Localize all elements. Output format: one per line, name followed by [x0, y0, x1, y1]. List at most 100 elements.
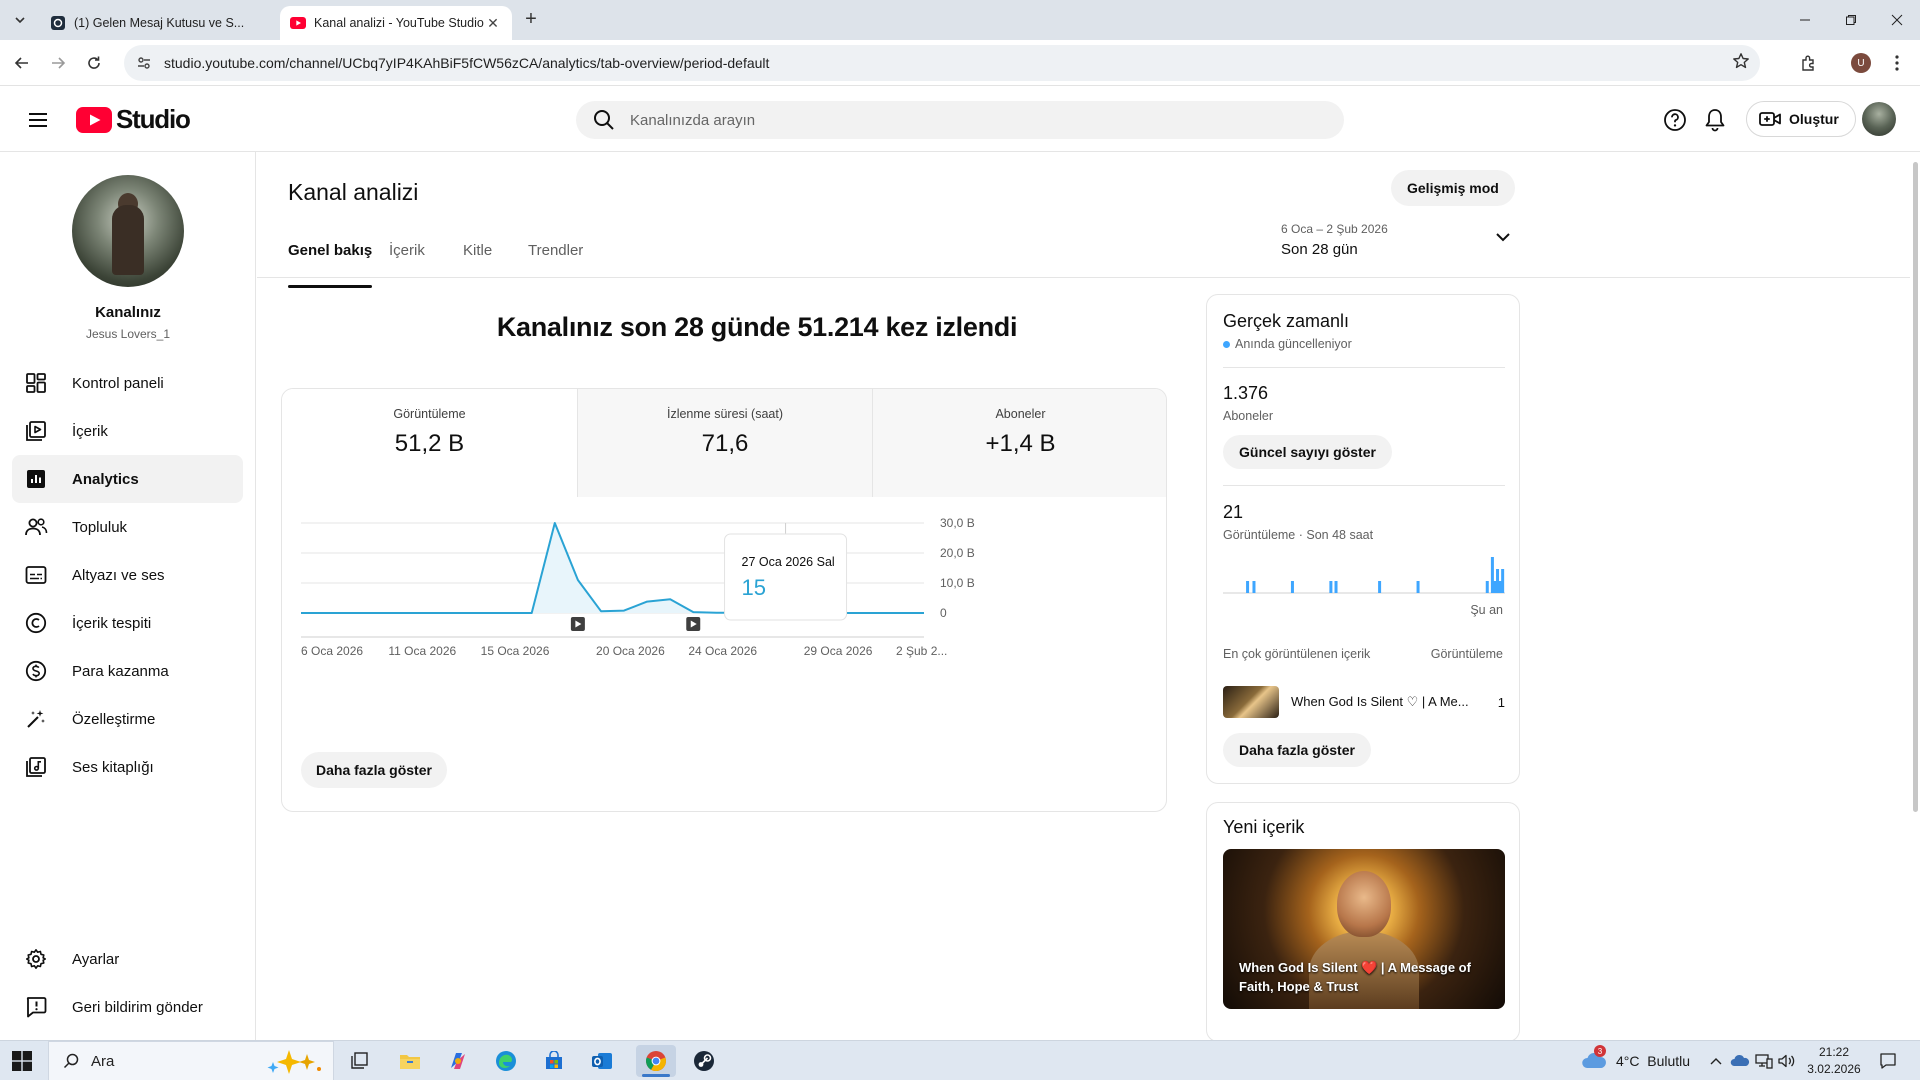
- sidebar-item-customization[interactable]: Özelleştirme: [12, 695, 243, 743]
- minimize-window-icon[interactable]: [1782, 0, 1828, 40]
- help-button[interactable]: [1661, 106, 1689, 134]
- y-tick-label: 0: [940, 606, 947, 620]
- task-view-button[interactable]: [340, 1045, 380, 1077]
- realtime-live-indicator: Anında güncelleniyor: [1223, 337, 1352, 351]
- forward-button[interactable]: [45, 50, 71, 76]
- store-button[interactable]: [534, 1045, 574, 1077]
- content-icon: [24, 419, 48, 443]
- tab-search-button[interactable]: [8, 8, 32, 32]
- sidebar-item-community[interactable]: Topluluk: [12, 503, 243, 551]
- tab-content[interactable]: İçerik: [389, 242, 425, 288]
- video-camera-plus-icon: [1759, 112, 1781, 126]
- notification-center-icon[interactable]: [1878, 1051, 1898, 1071]
- start-button[interactable]: [12, 1051, 32, 1071]
- restore-window-icon[interactable]: [1828, 0, 1874, 40]
- reload-button[interactable]: [81, 50, 107, 76]
- sidebar-item-copyright[interactable]: İçerik tespiti: [12, 599, 243, 647]
- edge-button[interactable]: [486, 1045, 526, 1077]
- site-info-icon[interactable]: [130, 49, 158, 77]
- channel-avatar[interactable]: [72, 175, 184, 287]
- overview-chart-card: Görüntüleme 51,2 B İzlenme süresi (saat)…: [281, 388, 1167, 812]
- back-button[interactable]: [9, 50, 35, 76]
- new-tab-button[interactable]: +: [520, 9, 542, 31]
- browser-tab-studio[interactable]: Kanal analizi - YouTube Studio ✕: [280, 6, 512, 40]
- date-range-picker[interactable]: 6 Oca – 2 Şub 2026 Son 28 gün: [1281, 222, 1511, 266]
- search-input[interactable]: [630, 111, 1230, 129]
- copilot-button[interactable]: [438, 1045, 478, 1077]
- sidebar-item-label: Altyazı ve ses: [72, 566, 165, 584]
- metric-label: İzlenme süresi (saat): [666, 407, 783, 421]
- account-avatar[interactable]: [1862, 102, 1896, 136]
- sidebar-item-monetization[interactable]: Para kazanma: [12, 647, 243, 695]
- profile-button[interactable]: U: [1848, 50, 1874, 76]
- notifications-button[interactable]: [1701, 106, 1729, 134]
- steam-button[interactable]: [684, 1045, 724, 1077]
- page-scrollbar[interactable]: [1910, 152, 1920, 1040]
- channel-search[interactable]: [576, 101, 1344, 139]
- bookmark-star-icon[interactable]: [1732, 52, 1750, 70]
- taskbar-clock[interactable]: 21:22 3.02.2026: [1804, 1044, 1864, 1078]
- top-video-row[interactable]: When God Is Silent ♡ | A Me... 1: [1223, 685, 1505, 719]
- new-content-thumbnail[interactable]: When God Is Silent ❤️ | A Message of Fai…: [1223, 849, 1505, 1009]
- studio-logo[interactable]: Studio: [76, 104, 191, 135]
- metric-watch-time[interactable]: İzlenme süresi (saat) 71,6: [577, 389, 872, 497]
- studio-logo-text: Studio: [116, 104, 191, 134]
- customization-icon: [24, 707, 48, 731]
- sidebar-item-content[interactable]: İçerik: [12, 407, 243, 455]
- volume-icon[interactable]: [1776, 1051, 1796, 1071]
- metric-subscribers[interactable]: Aboneler +1,4 B: [872, 389, 1166, 497]
- menu-button[interactable]: [24, 106, 52, 134]
- top-video-title: When God Is Silent ♡ | A Me...: [1291, 694, 1469, 709]
- weather-widget[interactable]: 3 4°C Bulutlu: [1580, 1041, 1690, 1080]
- show-current-count-button[interactable]: Güncel sayıyı göster: [1223, 435, 1392, 469]
- tab-audience[interactable]: Kitle: [463, 242, 492, 288]
- monetization-icon: [24, 659, 48, 683]
- taskbar-search[interactable]: Ara: [48, 1041, 334, 1080]
- close-window-icon[interactable]: [1874, 0, 1920, 40]
- sidebar-item-feedback[interactable]: Geri bildirim gönder: [12, 983, 243, 1031]
- browser-tab-inbox[interactable]: (1) Gelen Mesaj Kutusu ve S...: [40, 6, 280, 40]
- tab-overview[interactable]: Genel bakış: [288, 242, 373, 288]
- browser-tabstrip: (1) Gelen Mesaj Kutusu ve S... Kanal ana…: [0, 0, 1920, 40]
- sidebar-item-analytics[interactable]: Analytics: [12, 455, 243, 503]
- create-button[interactable]: Oluştur: [1746, 101, 1856, 137]
- x-tick-label: 11 Oca 2026: [388, 644, 456, 658]
- outlook-button[interactable]: [582, 1045, 622, 1077]
- arrow-right-icon: [52, 57, 66, 69]
- realtime-show-more-button[interactable]: Daha fazla göster: [1223, 733, 1371, 767]
- chrome-button[interactable]: [636, 1045, 676, 1077]
- close-tab-icon[interactable]: ✕: [484, 14, 502, 32]
- address-bar[interactable]: studio.youtube.com/channel/UCbq7yIP4KAhB…: [124, 45, 1760, 81]
- metric-views[interactable]: Görüntüleme 51,2 B: [282, 389, 577, 497]
- network-icon[interactable]: [1754, 1051, 1774, 1071]
- onedrive-icon[interactable]: [1730, 1051, 1750, 1071]
- browser-menu-button[interactable]: [1884, 50, 1910, 76]
- extensions-button[interactable]: [1796, 50, 1822, 76]
- browser-tab-title: Kanal analizi - YouTube Studio: [314, 16, 484, 30]
- chevron-down-icon: [15, 17, 25, 24]
- sidebar-item-audio-library[interactable]: Ses kitaplığı: [12, 743, 243, 791]
- copyright-icon: [24, 611, 48, 635]
- browser-toolbar: studio.youtube.com/channel/UCbq7yIP4KAhB…: [0, 40, 1920, 86]
- advanced-mode-button[interactable]: Gelişmiş mod: [1391, 170, 1515, 206]
- browser-tab-title: (1) Gelen Mesaj Kutusu ve S...: [74, 16, 245, 30]
- file-explorer-button[interactable]: [390, 1045, 430, 1077]
- x-tick-label: 29 Oca 2026: [804, 644, 873, 658]
- puzzle-icon: [1802, 55, 1814, 71]
- sidebar-item-dashboard[interactable]: Kontrol paneli: [12, 359, 243, 407]
- tab-trends[interactable]: Trendler: [528, 242, 583, 288]
- new-content-video-title: When God Is Silent ❤️ | A Message of Fai…: [1239, 960, 1471, 994]
- windows-logo-icon: [12, 1051, 32, 1071]
- sidebar-item-subtitles[interactable]: Altyazı ve ses: [12, 551, 243, 599]
- scrollbar-thumb[interactable]: [1913, 162, 1918, 812]
- chart-show-more-button[interactable]: Daha fazla göster: [301, 752, 447, 788]
- sidebar-item-settings[interactable]: Ayarlar: [12, 935, 243, 983]
- weather-text: 4°C Bulutlu: [1616, 1053, 1691, 1069]
- youtube-logo-icon: [76, 106, 112, 133]
- views-chart[interactable]: 30,0 B 20,0 B 10,0 B 0 6 Oca 2026 11 Oca 2026…: [282, 501, 1167, 701]
- sidebar-item-label: Kontrol paneli: [72, 374, 164, 392]
- realtime-bar-chart[interactable]: [1223, 553, 1505, 597]
- realtime-bar: [1496, 569, 1500, 593]
- tray-overflow-icon[interactable]: [1706, 1051, 1726, 1071]
- sidebar: Kanalınız Jesus Lovers_1 Kontrol paneli …: [0, 152, 256, 1040]
